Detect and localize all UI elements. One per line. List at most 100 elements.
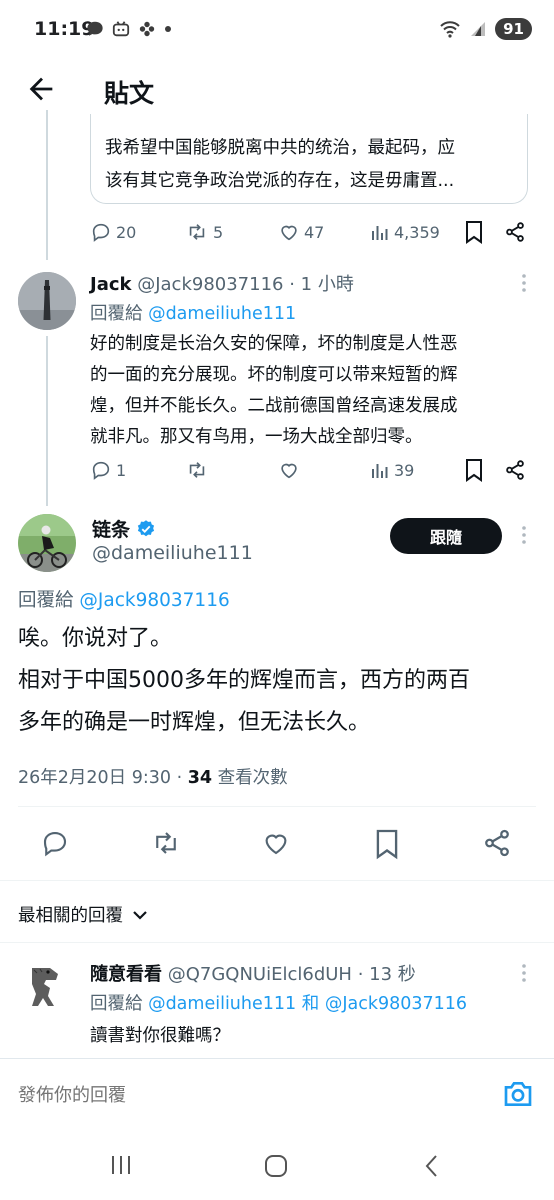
reply-to-handle[interactable]: @Jack98037116 <box>79 590 229 611</box>
reply-to-line: 回覆給 @dameiliuhe111 和 @Jack98037116 <box>90 990 467 1015</box>
reply-to-handle[interactable]: @Jack98037116 <box>325 994 467 1014</box>
heart-icon <box>281 225 297 241</box>
bottom-reply-header: 隨意看看 @Q7GQNUiElcl6dUH · 13 秒 <box>90 960 416 986</box>
retweet-count: 5 <box>213 222 224 242</box>
cyclist-avatar-image <box>18 514 76 572</box>
thread-line <box>46 336 48 506</box>
views-chart-icon <box>372 464 388 478</box>
author-name[interactable]: Jack <box>90 274 131 295</box>
more-options-button[interactable] <box>516 524 532 546</box>
home-icon <box>265 1155 287 1177</box>
views-count: 4,359 <box>394 222 440 242</box>
views-button[interactable]: 39 <box>370 460 414 480</box>
share-button[interactable] <box>504 459 526 481</box>
back-button[interactable] <box>24 72 58 106</box>
battery-badge: 91 <box>495 18 532 40</box>
divider <box>0 880 554 881</box>
more-vertical-icon <box>522 274 526 292</box>
tower-avatar-image <box>18 272 76 330</box>
jack-reply-text: 好的制度是长治久安的保障，坏的制度是人性恶 的一面的充分展现。坏的制度可以带来短… <box>90 329 530 453</box>
bookmark-button[interactable] <box>374 828 400 860</box>
tweet-meta: 26年2月20日 9:30 · 34 查看次數 <box>18 764 288 789</box>
retweet-button[interactable]: 5 <box>185 221 223 243</box>
reply-to-handle[interactable]: @dameiliuhe111 <box>148 994 296 1014</box>
compose-bar <box>0 1059 554 1131</box>
system-back-button[interactable] <box>420 1152 444 1180</box>
chat-bubble-icon <box>87 21 103 36</box>
bottom-reply-text: 讀書對你很難嗎？ <box>90 1026 230 1046</box>
retweet-button[interactable] <box>185 459 209 481</box>
author-name[interactable]: 链条 <box>92 515 130 542</box>
more-options-button[interactable] <box>516 962 532 984</box>
reply-button[interactable]: 20 <box>90 221 136 243</box>
reply-button[interactable] <box>40 828 70 858</box>
reply-to-line: 回覆給 @dameiliuhe111 <box>90 300 296 325</box>
tweet-timestamp[interactable]: 26年2月20日 9:30 · <box>18 768 188 788</box>
reply-to-prefix: 回覆給 <box>18 590 74 611</box>
chevron-down-icon <box>133 910 147 920</box>
reply-icon <box>43 831 67 857</box>
divider <box>18 806 536 807</box>
bookmark-icon <box>466 221 482 244</box>
retweet-button[interactable] <box>150 828 182 858</box>
avatar-bottom-reply[interactable] <box>18 958 76 1016</box>
reply-to-prefix: 回覆給 <box>90 994 143 1014</box>
reply-count: 1 <box>116 460 127 480</box>
bookmark-icon <box>376 829 398 860</box>
views-count: 39 <box>394 460 415 480</box>
avatar-jack[interactable] <box>18 272 76 330</box>
like-button[interactable]: 47 <box>278 221 324 243</box>
reply-to-handle[interactable]: @dameiliuhe111 <box>148 304 296 324</box>
share-icon <box>506 460 524 480</box>
sort-label: 最相關的回覆 <box>18 906 123 926</box>
dot-icon <box>165 26 171 32</box>
share-button[interactable] <box>504 221 526 243</box>
parent-action-bar: 20 5 47 4,359 <box>90 218 530 246</box>
verified-badge-icon <box>137 519 155 536</box>
heart-icon <box>265 834 287 855</box>
jack-action-bar: 1 39 <box>90 456 530 484</box>
tweet-views-label: 查看次數 <box>212 768 288 788</box>
author-handle-time[interactable]: @Q7GQNUiElcl6dUH · 13 秒 <box>168 964 416 985</box>
retweet-icon <box>156 832 176 854</box>
retweet-icon <box>189 462 205 478</box>
camera-icon <box>504 1082 532 1106</box>
main-author-name-row: 链条 <box>92 515 156 542</box>
reply-text-line: 就非凡。那又有鸟用，一场大战全部归零。 <box>90 427 423 447</box>
home-button[interactable] <box>262 1152 290 1180</box>
author-name[interactable]: 隨意看看 <box>90 964 162 985</box>
like-count: 47 <box>304 222 325 242</box>
reply-button[interactable]: 1 <box>90 459 126 481</box>
more-vertical-icon <box>522 526 526 544</box>
tweet-text-line: 唉。你说对了。 <box>18 626 173 651</box>
reply-compose-input[interactable] <box>18 1077 478 1113</box>
avatar-main-author[interactable] <box>18 514 76 572</box>
signal-icon <box>471 22 486 36</box>
wifi-icon <box>440 21 460 38</box>
bookmark-button[interactable] <box>464 220 484 244</box>
like-button[interactable] <box>261 828 291 858</box>
bookmark-button[interactable] <box>464 458 484 482</box>
main-action-bar <box>0 824 554 864</box>
jack-header: Jack @Jack98037116 · 1 小時 <box>90 270 354 296</box>
arrow-left-icon <box>29 77 53 101</box>
more-vertical-icon <box>522 964 526 982</box>
more-options-button[interactable] <box>516 272 532 294</box>
sort-replies-dropdown[interactable]: 最相關的回覆 <box>18 902 149 927</box>
camera-button[interactable] <box>502 1079 534 1109</box>
follow-button[interactable]: 跟隨 <box>390 518 502 554</box>
reply-text-line: 的一面的充分展现。坏的制度可以带来短暂的辉 <box>90 365 458 385</box>
tweet-views-count: 34 <box>187 768 213 788</box>
system-nav-bar <box>0 1130 554 1200</box>
chevron-left-icon <box>425 1155 437 1177</box>
quoted-tweet-line-1: 我希望中国能够脱离中共的统治，最起码，应 <box>105 138 455 158</box>
like-button[interactable] <box>278 459 300 481</box>
share-icon <box>485 829 509 857</box>
recent-apps-button[interactable] <box>108 1152 134 1178</box>
share-button[interactable] <box>482 828 512 858</box>
dinosaur-avatar-image <box>18 958 76 1016</box>
author-handle[interactable]: @dameiliuhe111 <box>92 542 253 564</box>
author-handle-time[interactable]: @Jack98037116 · 1 小時 <box>137 274 354 295</box>
views-button[interactable]: 4,359 <box>370 222 440 242</box>
quoted-tweet[interactable]: 我希望中国能够脱离中共的统治，最起码，应 该有其它竞争政治党派的存在，这是毋庸置… <box>90 114 528 204</box>
